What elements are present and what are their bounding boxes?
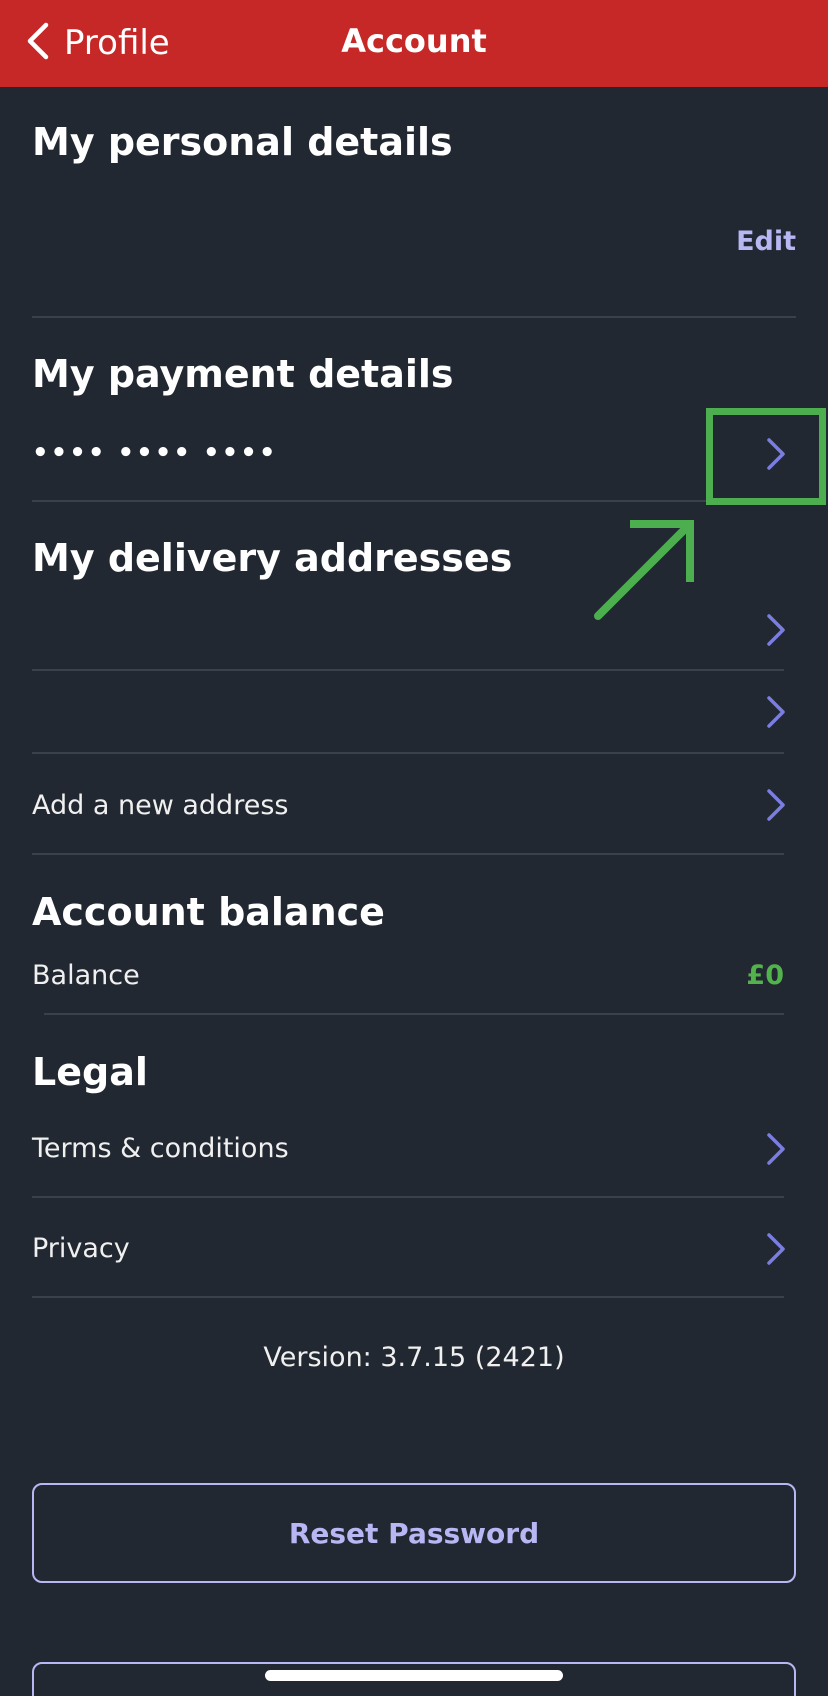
privacy-chevron[interactable] [764,1231,788,1267]
divider [32,853,784,855]
masked-card-number: •••• •••• •••• [32,438,278,468]
legal-heading: Legal [32,1050,148,1094]
account-screen: Profile Account My personal details Edit… [0,0,828,1696]
address-row-1-chevron[interactable] [764,612,788,648]
header-bar: Profile Account [0,0,828,87]
page-title: Account [341,22,487,60]
divider [44,1013,784,1015]
highlight-box [706,408,826,505]
app-version: Version: 3.7.15 (2421) [263,1342,565,1373]
home-indicator [265,1670,563,1681]
address-row-2-chevron[interactable] [764,694,788,730]
add-address-chevron[interactable] [764,787,788,823]
chevron-right-icon [767,1233,785,1265]
divider [32,1296,784,1298]
add-new-address-link[interactable]: Add a new address [32,790,288,821]
privacy-link[interactable]: Privacy [32,1233,130,1264]
balance-value: £0 [746,960,784,991]
divider [32,752,784,754]
edit-personal-details-link[interactable]: Edit [736,226,796,257]
chevron-right-icon [767,696,785,728]
chevron-right-icon [767,614,785,646]
delivery-addresses-heading: My delivery addresses [32,536,513,580]
annotation-arrow-icon [594,520,694,620]
terms-chevron[interactable] [764,1131,788,1167]
divider [32,316,796,318]
divider [32,1196,784,1198]
divider [32,669,784,671]
divider [32,500,796,502]
chevron-right-icon [767,1133,785,1165]
balance-label: Balance [32,960,140,991]
reset-password-button[interactable]: Reset Password [32,1483,796,1583]
chevron-right-icon [767,789,785,821]
account-balance-heading: Account balance [32,890,385,934]
terms-conditions-link[interactable]: Terms & conditions [32,1133,289,1164]
payment-details-heading: My payment details [32,352,454,396]
personal-details-heading: My personal details [32,120,453,164]
